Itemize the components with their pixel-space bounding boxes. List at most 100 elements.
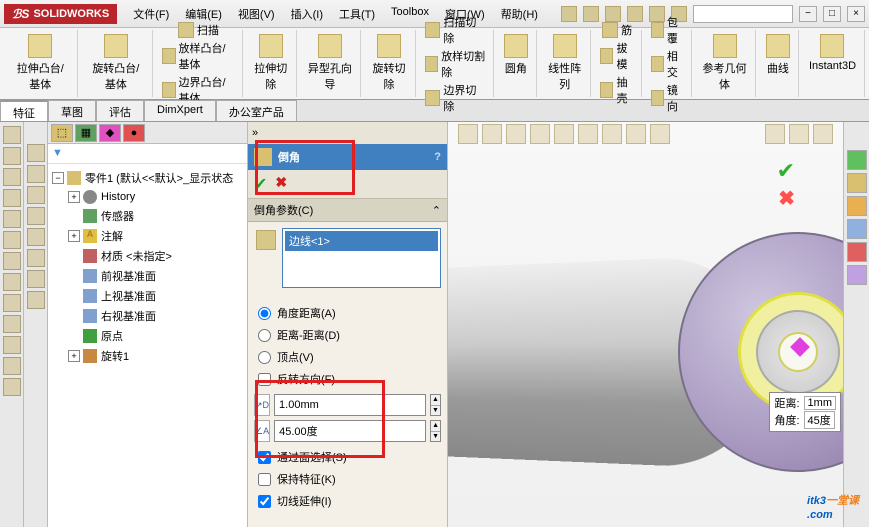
pan-tool-icon[interactable]: [27, 186, 45, 204]
menu-insert[interactable]: 插入(I): [285, 3, 329, 25]
tree-filter-bar[interactable]: ▼: [48, 144, 247, 164]
opt-through-face[interactable]: 通过面选择(S): [254, 446, 441, 468]
tree-material-node[interactable]: 材质 <未指定>: [52, 246, 243, 266]
distance-input[interactable]: [274, 394, 426, 416]
curves-button[interactable]: 曲线: [762, 32, 794, 78]
color-tool-icon[interactable]: [27, 291, 45, 309]
tree-sensors-node[interactable]: 传感器: [52, 206, 243, 226]
menu-tools[interactable]: 工具(T): [333, 3, 381, 25]
custom-props-icon[interactable]: [847, 265, 867, 285]
rib-button[interactable]: 筋: [599, 21, 635, 39]
edge-selection-icon[interactable]: [256, 230, 276, 250]
pm-params-header[interactable]: 倒角参数(C) ⌃: [248, 199, 447, 222]
wrap-button[interactable]: 包覆: [648, 13, 687, 47]
vp-close-icon[interactable]: [813, 124, 833, 144]
circle-tool-icon[interactable]: [3, 189, 21, 207]
tree-tab-property[interactable]: ◆: [99, 124, 121, 142]
view-palette-icon[interactable]: [847, 219, 867, 239]
expand-icon[interactable]: +: [68, 230, 80, 242]
relation-tool-icon[interactable]: [3, 378, 21, 396]
cut-revolve-button[interactable]: 旋转切除: [367, 32, 411, 94]
hole-wizard-button[interactable]: 异型孔向导: [303, 32, 356, 94]
tab-evaluate[interactable]: 评估: [96, 100, 144, 121]
collapse-icon[interactable]: ⌃: [432, 204, 441, 217]
fillet-button[interactable]: 圆角: [500, 32, 532, 78]
sweep-button[interactable]: 扫描: [175, 21, 222, 39]
tree-annotations-node[interactable]: +A注解: [52, 226, 243, 246]
search-input[interactable]: [693, 5, 793, 23]
dim-angle-value[interactable]: 45度: [804, 411, 835, 429]
distance-up-button[interactable]: ▲: [431, 395, 440, 406]
opt-distance-distance[interactable]: 距离-距离(D): [254, 324, 441, 346]
angle-up-button[interactable]: ▲: [431, 421, 440, 432]
point-tool-icon[interactable]: [3, 252, 21, 270]
hide-show-icon[interactable]: [602, 124, 622, 144]
tree-top-plane-node[interactable]: 上视基准面: [52, 286, 243, 306]
menu-help[interactable]: 帮助(H): [495, 3, 544, 25]
tree-tab-display[interactable]: ●: [123, 124, 145, 142]
file-explorer-icon[interactable]: [847, 196, 867, 216]
tab-dimxpert[interactable]: DimXpert: [144, 100, 216, 121]
angle-input[interactable]: [274, 420, 426, 442]
opt-tangent-prop[interactable]: 切线延伸(I): [254, 490, 441, 512]
tree-history-node[interactable]: +History: [52, 188, 243, 206]
distance-down-button[interactable]: ▼: [431, 406, 440, 416]
selection-item[interactable]: 边线<1>: [285, 231, 438, 251]
tree-part-node[interactable]: −零件1 (默认<<默认>_显示状态: [52, 168, 243, 188]
convert-tool-icon[interactable]: [3, 294, 21, 312]
section-view-icon[interactable]: [530, 124, 550, 144]
pm-ok-button[interactable]: ✔: [254, 174, 267, 194]
print-icon[interactable]: [627, 6, 643, 22]
offset-tool-icon[interactable]: [3, 315, 21, 333]
pm-pin-icon[interactable]: »: [252, 127, 258, 139]
pm-cancel-button[interactable]: ✖: [275, 174, 287, 194]
dim-tool-icon[interactable]: [3, 357, 21, 375]
trim-tool-icon[interactable]: [3, 273, 21, 291]
save-icon[interactable]: [605, 6, 621, 22]
display-tool-icon[interactable]: [27, 249, 45, 267]
home-icon[interactable]: [847, 150, 867, 170]
dim-distance-value[interactable]: 1mm: [804, 396, 836, 410]
linear-pattern-button[interactable]: 线性阵列: [543, 32, 587, 94]
section-tool-icon[interactable]: [27, 228, 45, 246]
mirror-tool-icon[interactable]: [3, 336, 21, 354]
design-library-icon[interactable]: [847, 173, 867, 193]
ref-geometry-button[interactable]: 参考几何体: [698, 32, 751, 94]
menu-file[interactable]: 文件(F): [127, 3, 175, 25]
sketch-tool-icon[interactable]: [3, 126, 21, 144]
tree-front-plane-node[interactable]: 前视基准面: [52, 266, 243, 286]
loft-boss-button[interactable]: 放样凸台/基体: [159, 39, 238, 73]
angle-down-button[interactable]: ▼: [431, 432, 440, 442]
close-button[interactable]: ×: [847, 6, 865, 22]
menu-view[interactable]: 视图(V): [232, 3, 281, 25]
view-orient-icon[interactable]: [554, 124, 574, 144]
tree-right-plane-node[interactable]: 右视基准面: [52, 306, 243, 326]
rect-tool-icon[interactable]: [3, 168, 21, 186]
mirror-button[interactable]: 镜向: [648, 81, 687, 115]
cut-loft-button[interactable]: 放样切割除: [422, 47, 489, 81]
opt-keep-features[interactable]: 保持特征(K): [254, 468, 441, 490]
expand-icon[interactable]: −: [52, 172, 64, 184]
new-icon[interactable]: [561, 6, 577, 22]
cut-boundary-button[interactable]: 边界切除: [422, 81, 489, 115]
display-style-icon[interactable]: [578, 124, 598, 144]
zoom-area-icon[interactable]: [482, 124, 502, 144]
prev-view-icon[interactable]: [506, 124, 526, 144]
shell-button[interactable]: 抽壳: [597, 73, 636, 107]
intersect-button[interactable]: 相交: [648, 47, 687, 81]
tab-office[interactable]: 办公室产品: [216, 100, 297, 121]
view-tool-icon[interactable]: [27, 144, 45, 162]
expand-icon[interactable]: +: [68, 350, 80, 362]
arc-tool-icon[interactable]: [3, 210, 21, 228]
pm-help-icon[interactable]: ?: [434, 151, 441, 163]
selection-listbox[interactable]: 边线<1>: [282, 228, 441, 288]
rotate-tool-icon[interactable]: [27, 207, 45, 225]
revolve-boss-button[interactable]: 旋转凸台/基体: [84, 32, 149, 94]
dimension-callout[interactable]: 距离:1mm 角度:45度: [769, 392, 841, 432]
scene-icon[interactable]: [650, 124, 670, 144]
instant3d-button[interactable]: Instant3D: [805, 32, 860, 74]
tree-origin-node[interactable]: 原点: [52, 326, 243, 346]
vp-min-icon[interactable]: [765, 124, 785, 144]
extrude-boss-button[interactable]: 拉伸凸台/基体: [8, 32, 73, 94]
spline-tool-icon[interactable]: [3, 231, 21, 249]
